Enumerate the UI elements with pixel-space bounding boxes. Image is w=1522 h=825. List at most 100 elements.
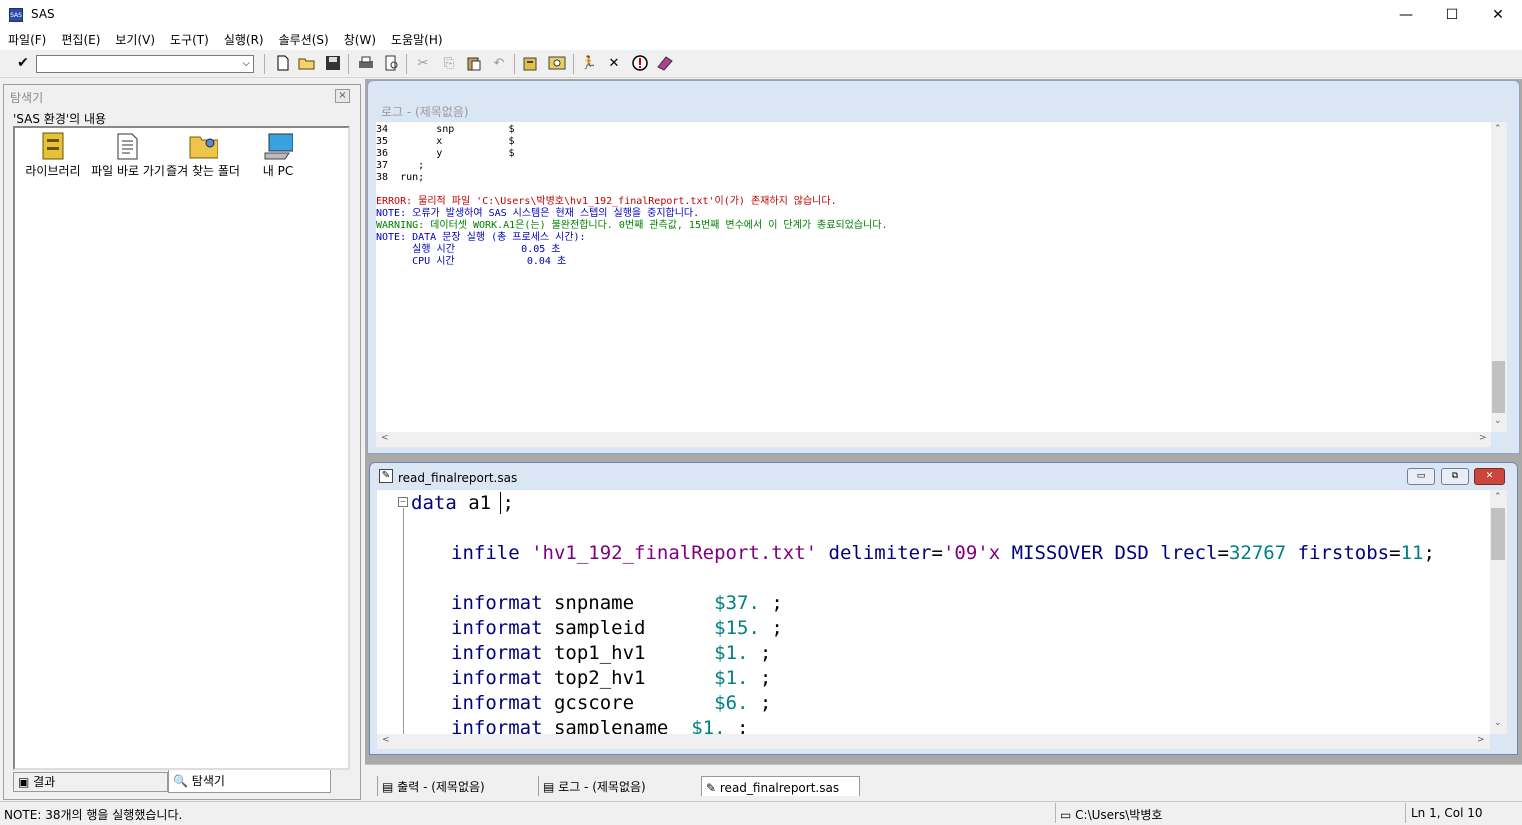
log-line: 34 snp $ [376,124,515,135]
results-icon: ▣ [18,775,30,789]
code-line: informat samplename $1. ; [451,717,749,734]
log-window-icon: ▤ [543,780,555,794]
maximize-button[interactable]: ☐ [1429,0,1475,30]
cut-icon[interactable]: ✂ [414,55,432,73]
explorer-subtitle: 'SAS 환경'의 내용 [13,112,107,126]
current-directory[interactable]: ▭ C:\Users\박병호 [1060,806,1162,823]
undo-icon[interactable]: ↶ [490,55,508,73]
menu-file[interactable]: 파일(F) [8,30,46,50]
window-tab-label: 출력 - (제목없음) [397,780,485,794]
menu-edit[interactable]: 편집(E) [61,30,100,50]
clear-all-icon[interactable]: ✕ [605,55,623,73]
new-library-icon[interactable] [522,55,540,73]
tab-results[interactable]: ▣ 결과 [13,772,168,792]
toolbar-divider [406,54,407,74]
toolbar-divider [348,54,349,74]
scroll-up-icon[interactable]: ⌃ [1494,492,1502,502]
chevron-down-icon[interactable]: ⌵ [242,56,250,72]
explorer-item-my-pc[interactable]: 내 PC [240,131,316,178]
fold-toggle-icon[interactable]: − [398,497,408,507]
menu-help[interactable]: 도움말(H) [391,30,443,50]
window-tab-label: 로그 - (제목없음) [558,780,646,794]
code-line: informat sampleid $15. ; [451,617,783,639]
explorer-content [13,126,350,770]
log-line: 37 ; [376,160,425,171]
scroll-left-icon[interactable]: < [382,735,390,745]
code-line: infile 'hv1_192_finalReport.txt' delimit… [451,542,1435,564]
print-preview-icon[interactable] [383,55,401,73]
log-warning-line: WARNING: 데이터셋 WORK.A1은(는) 불완전합니다. 0번째 관측… [376,220,888,231]
explorer-tab-icon: 🔍 [173,774,188,788]
minimize-button[interactable]: — [1383,0,1429,30]
close-button[interactable]: ✕ [1475,0,1521,30]
log-line: 38 run; [376,172,425,183]
editor-restore-button[interactable]: ⧉ [1441,468,1469,485]
status-divider [1055,803,1056,823]
explorer-item-label: 즐겨 찾는 폴더 [166,164,240,178]
menu-run[interactable]: 실행(R) [224,30,264,50]
sas-app-icon: SAS [9,8,23,22]
scroll-down-icon[interactable]: ⌄ [1494,416,1502,426]
current-directory-path: C:\Users\박병호 [1075,808,1163,822]
menu-tools[interactable]: 도구(T) [170,30,209,50]
editor-scroll-thumb[interactable] [1491,508,1505,560]
title-bar [0,0,1522,30]
editor-window-title: read_finalreport.sas [398,471,518,485]
print-icon[interactable] [357,55,375,73]
help-book-icon[interactable] [656,55,674,73]
editor-close-button[interactable]: ✕ [1474,468,1505,485]
explorer-item-favorite-folders[interactable]: 즐겨 찾는 폴더 [165,131,241,178]
toolbar-divider [573,54,574,74]
new-file-icon[interactable] [274,55,292,73]
sas-program-icon: ✎ [379,469,393,483]
explorer-close-icon[interactable]: × [335,89,350,103]
log-note-line: NOTE: DATA 문장 실행 (총 프로세스 시간): [376,232,586,243]
sas-explorer-icon[interactable] [548,55,566,73]
log-scroll-thumb[interactable] [1492,361,1505,413]
window-tab-label: read_finalreport.sas [719,781,840,795]
command-input[interactable]: ⌵ [36,55,254,73]
scroll-right-icon[interactable]: > [1477,735,1485,745]
code-line: informat snpname $37. ; [451,592,783,614]
menu-solutions[interactable]: 솔루션(S) [279,30,329,50]
my-pc-icon [263,131,293,161]
log-content[interactable] [376,122,1507,432]
scroll-right-icon[interactable]: > [1479,433,1487,443]
explorer-title: 탐색기 [10,91,44,105]
explorer-item-file-shortcuts[interactable]: 파일 바로 가기 [90,131,166,178]
code-line: informat gcscore $6. ; [451,692,772,714]
tab-explorer[interactable]: 🔍 탐색기 [168,770,331,793]
file-shortcut-icon [113,131,143,161]
paste-icon[interactable] [465,55,483,73]
save-icon[interactable] [324,55,342,73]
open-folder-icon[interactable] [298,55,316,73]
code-line: informat top2_hv1 $1. ; [451,667,772,689]
cursor-position: Ln 1, Col 10 [1411,806,1483,820]
scroll-up-icon[interactable]: ⌃ [1494,124,1502,134]
copy-icon[interactable]: ⎘ [440,55,458,73]
command-submit-check-icon[interactable]: ✔ [14,54,32,72]
log-horizontal-scrollbar[interactable]: < > [376,432,1491,447]
window-tab-editor[interactable]: ✎ read_finalreport.sas [701,776,860,796]
menu-view[interactable]: 보기(V) [115,30,155,50]
explorer-item-libraries[interactable]: 라이브러리 [15,131,91,178]
library-icon [38,131,68,161]
editor-minimize-button[interactable]: ▭ [1407,468,1435,485]
scroll-left-icon[interactable]: < [381,433,389,443]
window-tab-output[interactable]: ▤ 출력 - (제목없음) [377,776,532,796]
explorer-item-label: 내 PC [262,164,294,178]
log-line: 35 x $ [376,136,515,147]
log-note-line: CPU 시간 0.04 초 [376,256,567,267]
fold-guide [403,508,404,734]
break-icon[interactable] [631,55,649,73]
submit-run-icon[interactable]: 🏃 [580,55,598,73]
scroll-down-icon[interactable]: ⌄ [1494,718,1502,728]
code-line: data a1 ; [411,492,514,514]
window-tab-log[interactable]: ▤ 로그 - (제목없음) [538,776,695,796]
favorite-folder-icon [188,131,218,161]
menu-window[interactable]: 창(W) [344,30,376,50]
editor-horizontal-scrollbar[interactable]: < > [377,734,1490,749]
window-title: SAS [31,7,55,21]
status-message: NOTE: 38개의 행을 실행했습니다. [4,808,183,822]
log-error-line: ERROR: 물리적 파일 'C:\Users\박병호\hv1_192_fina… [376,196,837,207]
